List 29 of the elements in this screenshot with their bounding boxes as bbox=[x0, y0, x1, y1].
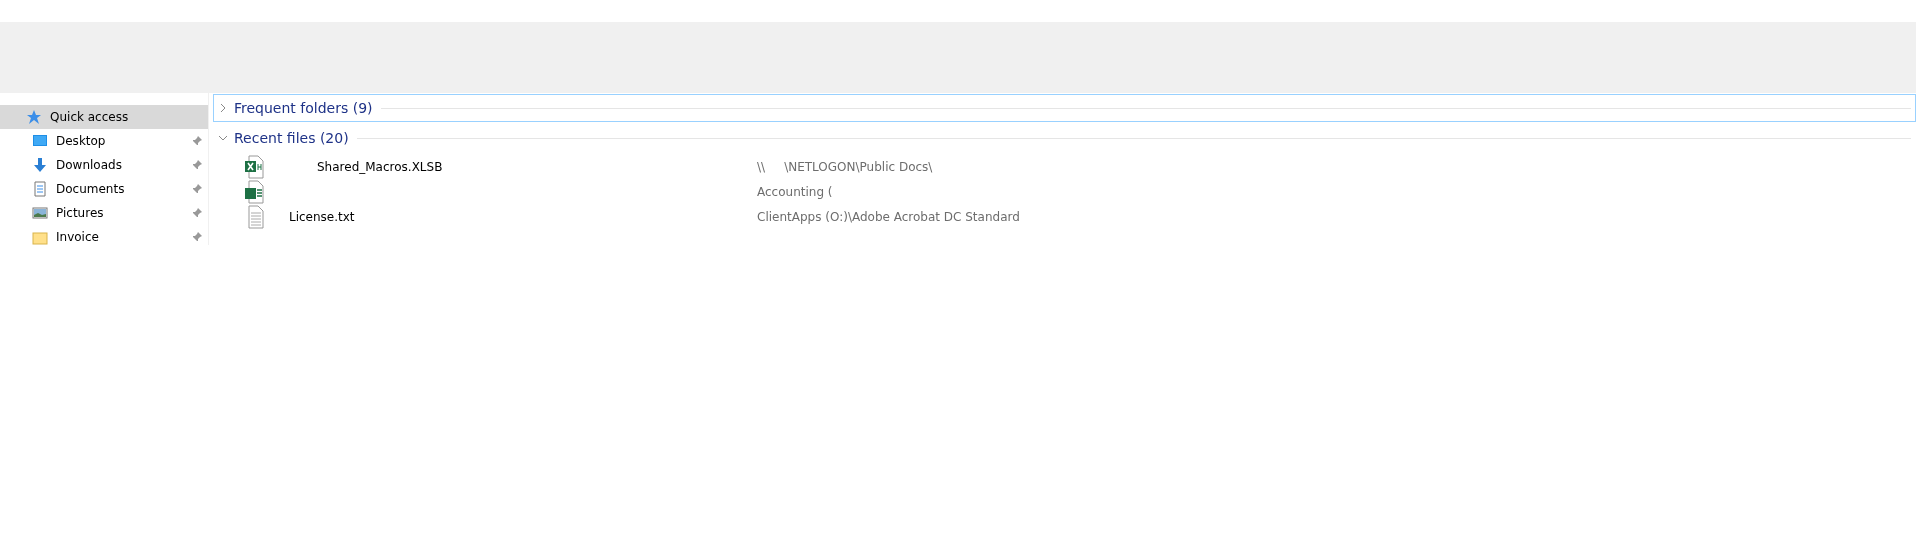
text-file-icon bbox=[245, 204, 265, 229]
file-name[interactable]: Shared_Macros.XLSB bbox=[317, 159, 757, 174]
sidebar-item[interactable]: Pictures bbox=[0, 201, 208, 225]
group-header[interactable]: Recent files (20) bbox=[213, 124, 1916, 152]
file-path: ClientApps (O:)\Adobe Acrobat DC Standard bbox=[757, 209, 1020, 224]
file-path: \\ \NETLOGON\Public Docs\ bbox=[757, 159, 933, 174]
pin-icon[interactable] bbox=[192, 232, 202, 242]
picture-icon bbox=[32, 205, 48, 221]
pin-icon[interactable] bbox=[192, 208, 202, 218]
sidebar-item[interactable]: Desktop bbox=[0, 129, 208, 153]
down-arrow-icon bbox=[32, 157, 48, 173]
file-path: Accounting ( bbox=[757, 184, 833, 199]
sidebar-item[interactable]: Documents bbox=[0, 177, 208, 201]
sidebar-item[interactable]: Invoice bbox=[0, 225, 208, 245]
spreadsheet-file-icon bbox=[245, 154, 265, 179]
sidebar-item[interactable]: Downloads bbox=[0, 153, 208, 177]
sidebar-item[interactable]: Quick access bbox=[0, 105, 208, 129]
chevron-icon[interactable] bbox=[218, 133, 228, 143]
monitor-icon bbox=[32, 133, 48, 149]
document-icon bbox=[32, 181, 48, 197]
star-icon bbox=[26, 109, 42, 125]
pin-icon[interactable] bbox=[192, 136, 202, 146]
folder-icon bbox=[32, 229, 48, 245]
file-name[interactable]: License.txt bbox=[289, 209, 757, 224]
chevron-icon[interactable] bbox=[218, 103, 228, 113]
group-header[interactable]: Frequent folders (9) bbox=[213, 94, 1916, 122]
pin-icon[interactable] bbox=[192, 160, 202, 170]
pin-icon[interactable] bbox=[192, 184, 202, 194]
spreadsheet-file-icon bbox=[245, 179, 265, 204]
